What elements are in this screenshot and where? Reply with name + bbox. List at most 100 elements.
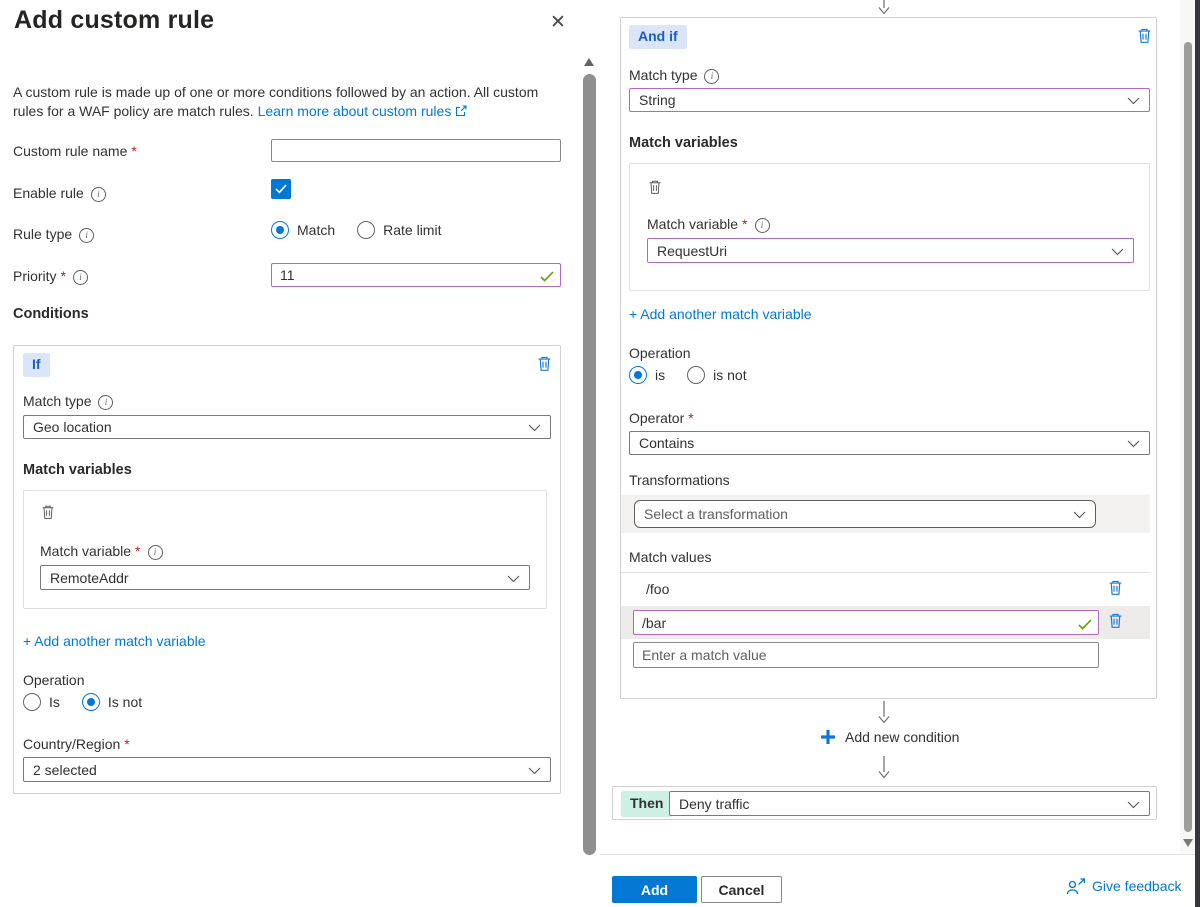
country-region-label-text: Country/Region (23, 736, 120, 752)
match-variable-card: Match variable* i RemoteAddr (23, 490, 547, 609)
custom-rule-name-input[interactable] (271, 139, 561, 162)
transformation-select[interactable]: Select a transformation (634, 500, 1096, 528)
match-type-label: Match type i (23, 393, 113, 410)
match-variables-heading: Match variables (629, 135, 738, 151)
delete-variable-icon[interactable] (40, 504, 56, 520)
rule-type-label: Rule typei (13, 226, 94, 243)
match-variable-select[interactable]: RequestUri (647, 238, 1134, 263)
info-icon[interactable]: i (73, 270, 88, 285)
match-variable-select[interactable]: RemoteAddr (40, 565, 530, 590)
country-region-label: Country/Region* (23, 736, 130, 752)
valid-check-icon (1078, 619, 1092, 630)
transformation-placeholder: Select a transformation (644, 506, 788, 522)
info-icon[interactable]: i (704, 69, 719, 84)
then-chip: Then (621, 791, 672, 817)
match-variable-value: RequestUri (657, 243, 727, 259)
enable-rule-label: Enable rule i (13, 185, 106, 202)
radio-is-not[interactable] (687, 366, 705, 384)
chevron-down-icon (528, 762, 541, 778)
add-button[interactable]: Add (612, 876, 697, 903)
enable-rule-label-text: Enable rule (13, 185, 84, 201)
info-icon[interactable]: i (98, 395, 113, 410)
radio-match-label: Match (297, 222, 335, 238)
left-scrollbar-thumb[interactable] (583, 74, 596, 855)
flow-arrow-icon (877, 756, 891, 779)
scrollbar-down-arrow[interactable] (1183, 839, 1193, 847)
rule-type-radio-group: Match Rate limit (271, 221, 463, 239)
flow-arrow-icon (877, 0, 891, 15)
operation-label: Operation (629, 345, 690, 361)
country-region-value: 2 selected (33, 762, 97, 778)
radio-rate-limit[interactable] (357, 221, 375, 239)
radio-is[interactable] (23, 693, 41, 711)
enable-rule-checkbox[interactable] (271, 179, 291, 199)
action-select[interactable]: Deny traffic (669, 791, 1150, 816)
operator-label: Operator* (629, 410, 694, 426)
transformations-row: Select a transformation (621, 495, 1150, 533)
match-value-row: /foo (621, 573, 1150, 606)
delete-condition-icon[interactable] (536, 355, 553, 372)
match-type-value: Geo location (33, 419, 112, 435)
intro-text: A custom rule is made up of one or more … (13, 83, 565, 121)
delete-variable-icon[interactable] (647, 179, 663, 195)
required-marker: * (688, 410, 693, 426)
chevron-down-icon (1127, 796, 1140, 812)
radio-is-not-label: is not (713, 367, 746, 383)
scrollbar-up-arrow[interactable] (584, 58, 594, 66)
match-values-label: Match values (629, 549, 711, 565)
delete-condition-icon[interactable] (1136, 27, 1153, 44)
chevron-down-icon (507, 570, 520, 586)
external-link-icon (455, 105, 467, 117)
feedback-icon (1066, 877, 1086, 895)
required-marker: * (135, 543, 140, 559)
priority-label: Priority* i (13, 268, 88, 285)
match-variable-label-text: Match variable (40, 543, 131, 559)
match-value-row (621, 606, 1150, 639)
cancel-button[interactable]: Cancel (701, 876, 782, 903)
radio-is-not[interactable] (82, 693, 100, 711)
info-icon[interactable]: i (755, 218, 770, 233)
give-feedback-link[interactable]: Give feedback (1066, 877, 1182, 895)
required-marker: * (124, 736, 129, 752)
match-type-select[interactable]: Geo location (23, 415, 551, 439)
window-edge (1195, 0, 1200, 907)
then-action-card: Then Deny traffic (612, 786, 1157, 820)
operation-radio-group: is is not (629, 366, 769, 384)
learn-more-link[interactable]: Learn more about custom rules (258, 103, 452, 119)
custom-rule-name-label: Custom rule name* (13, 143, 137, 159)
match-variable-label: Match variable* i (40, 543, 163, 560)
info-icon[interactable]: i (91, 187, 106, 202)
match-type-label-text: Match type (629, 67, 697, 83)
match-type-select[interactable]: String (629, 88, 1150, 112)
add-match-variable-link[interactable]: + Add another match variable (629, 306, 812, 322)
priority-label-text: Priority (13, 268, 57, 284)
match-variable-value: RemoteAddr (50, 570, 129, 586)
operator-select[interactable]: Contains (629, 431, 1150, 455)
info-icon[interactable]: i (148, 545, 163, 560)
priority-input[interactable] (271, 263, 561, 287)
delete-value-icon[interactable] (1107, 579, 1124, 596)
match-variable-card: Match variable* i RequestUri (629, 163, 1150, 291)
delete-value-icon[interactable] (1107, 612, 1124, 629)
match-variable-label: Match variable* i (647, 216, 770, 233)
custom-rule-name-label-text: Custom rule name (13, 143, 127, 159)
match-value-input[interactable] (633, 610, 1099, 635)
give-feedback-label: Give feedback (1092, 878, 1182, 894)
close-icon[interactable]: ✕ (550, 11, 566, 34)
new-match-value-input[interactable] (633, 642, 1099, 668)
valid-check-icon (540, 271, 554, 282)
add-new-condition-button[interactable]: Add new condition (820, 729, 959, 745)
radio-rate-limit-label: Rate limit (383, 222, 441, 238)
country-region-select[interactable]: 2 selected (23, 757, 551, 782)
info-icon[interactable]: i (79, 228, 94, 243)
right-scrollbar-thumb[interactable] (1184, 42, 1192, 832)
radio-is[interactable] (629, 366, 647, 384)
radio-match[interactable] (271, 221, 289, 239)
and-if-chip: And if (629, 25, 687, 49)
add-match-variable-link[interactable]: + Add another match variable (23, 633, 206, 649)
required-marker: * (742, 216, 747, 232)
operation-label: Operation (23, 672, 84, 688)
required-marker: * (61, 268, 66, 284)
match-type-label-text: Match type (23, 393, 91, 409)
match-variable-label-text: Match variable (647, 216, 738, 232)
